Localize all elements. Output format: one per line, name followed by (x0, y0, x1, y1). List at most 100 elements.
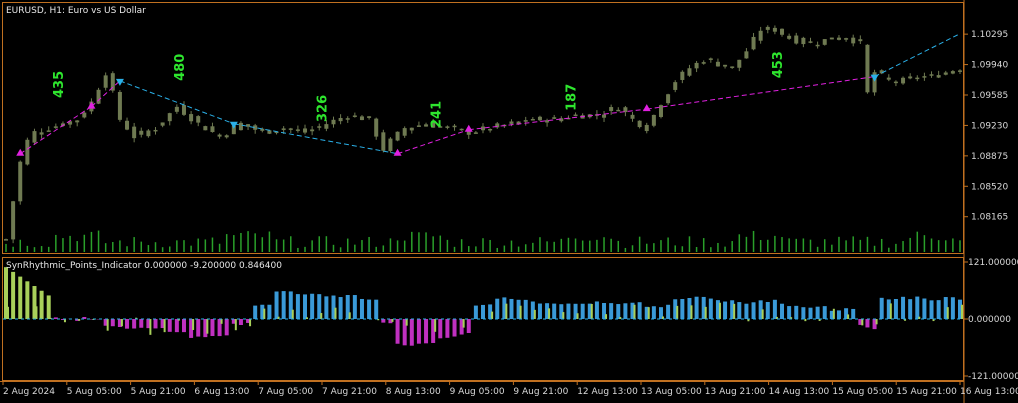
candle-body (395, 131, 400, 141)
time-tick-label: 8 Aug 13:00 (386, 387, 441, 397)
swing-count-label: 241 (429, 101, 444, 128)
candle-body (303, 128, 308, 133)
candle-body (267, 130, 272, 134)
candle-body (488, 128, 493, 131)
candle-body (936, 75, 941, 78)
price-tick-label: 1.08875 (971, 152, 1008, 162)
candle-body (181, 105, 186, 115)
candle-body (658, 105, 663, 117)
candle-body (203, 126, 208, 131)
candle-body (644, 124, 649, 132)
time-tick-label: 5 Aug 05:00 (67, 387, 122, 397)
candle-body (758, 30, 763, 41)
candle-body (765, 26, 770, 30)
candle-body (96, 89, 101, 104)
candle-body (238, 122, 243, 131)
indicator-title: SynRhythmic_Points_Indicator 0.000000 -9… (6, 261, 282, 271)
candle-body (666, 94, 671, 104)
swing-count-label: 187 (565, 84, 580, 111)
candle-body (573, 114, 578, 117)
time-tick-label: 14 Aug 13:00 (769, 387, 830, 397)
time-tick-label: 15 Aug 05:00 (832, 387, 893, 397)
indicator-tick-label: 0.000000 (968, 315, 1011, 325)
candle-body (224, 135, 229, 138)
time-tick-label: 6 Aug 13:00 (194, 387, 249, 397)
candle-body (409, 127, 414, 131)
candle-body (609, 107, 614, 111)
candle-body (530, 118, 535, 121)
candle-body (829, 37, 834, 40)
candle-body (189, 114, 194, 122)
candle-body (943, 72, 948, 75)
candle-body (801, 37, 806, 45)
candle-body (82, 112, 87, 118)
candle-body (737, 59, 742, 68)
candle-body (167, 113, 172, 122)
candle-body (25, 139, 30, 165)
candle-body (858, 39, 863, 42)
candle-body (694, 62, 699, 69)
candle-body (139, 130, 144, 135)
chart-background (0, 0, 1018, 403)
candle-body (552, 117, 557, 119)
candle-body (929, 74, 934, 76)
candle-body (922, 76, 927, 78)
time-tick-label: 12 Aug 13:00 (577, 387, 638, 397)
candle-body (402, 128, 407, 136)
candle-body (11, 201, 16, 240)
candle-body (537, 116, 542, 121)
price-tick-label: 1.08520 (971, 182, 1008, 192)
candle-body (352, 115, 357, 117)
candle-body (246, 124, 251, 127)
candle-body (117, 91, 122, 120)
swing-count-label: 453 (771, 51, 786, 78)
candle-body (744, 51, 749, 59)
candle-body (901, 77, 906, 84)
candle-body (295, 129, 300, 131)
price-tick-label: 1.09940 (971, 61, 1008, 71)
candle-body (822, 39, 827, 45)
candle-body (815, 44, 820, 47)
candle-body (160, 122, 165, 126)
candle-body (338, 117, 343, 122)
candle-body (217, 134, 222, 137)
candle-body (416, 125, 421, 127)
swing-count-label: 480 (173, 54, 188, 81)
candle-body (374, 118, 379, 137)
candle-body (651, 114, 656, 126)
candle-body (75, 120, 80, 123)
candle-body (772, 27, 777, 32)
candle-body (153, 129, 158, 132)
indicator-tick-label: -121.000000 (968, 372, 1018, 382)
candle-body (281, 128, 286, 131)
candle-body (893, 81, 898, 84)
candle-body (836, 37, 841, 40)
candle-body (288, 128, 293, 130)
candle-body (324, 124, 329, 129)
time-tick-label: 5 Aug 21:00 (131, 387, 186, 397)
candle-body (46, 130, 51, 132)
candle-body (367, 116, 372, 118)
candle-body (701, 62, 706, 64)
candle-body (958, 70, 962, 72)
time-tick-label: 15 Aug 21:00 (896, 387, 957, 397)
candle-body (359, 116, 364, 121)
candle-body (787, 35, 792, 39)
time-tick-label: 9 Aug 05:00 (450, 387, 505, 397)
candle-body (345, 118, 350, 120)
symbol-title: EURUSD, H1: Euro vs US Dollar (6, 6, 146, 16)
candle-body (708, 58, 713, 60)
chart-canvas[interactable]: 435 480 326 241 187 453 EURUSD, H1: Euro vs U… (0, 0, 1018, 403)
candle-body (808, 41, 813, 43)
candle-body (381, 132, 386, 151)
candle-body (132, 126, 137, 139)
time-tick-label: 7 Aug 21:00 (322, 387, 377, 397)
price-tick-label: 1.08165 (971, 213, 1008, 223)
candle-body (730, 66, 735, 68)
candle-body (751, 36, 756, 50)
candle-body (723, 64, 728, 67)
candle-body (32, 131, 37, 143)
candle-body (780, 28, 785, 35)
candle-body (602, 114, 607, 118)
candle-body (174, 106, 179, 112)
